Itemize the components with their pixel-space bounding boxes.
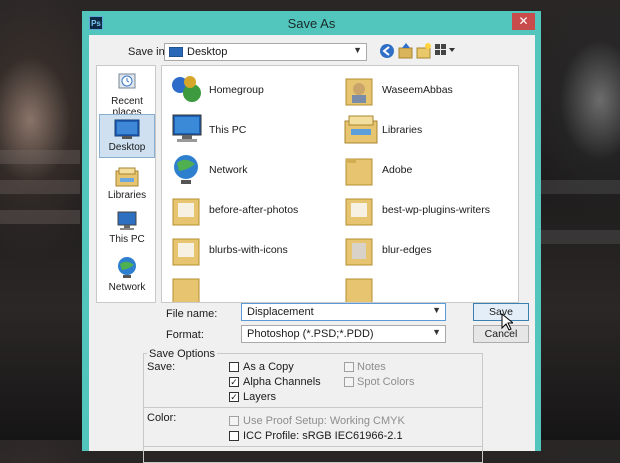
options-divider <box>143 446 483 447</box>
view-menu-icon[interactable] <box>434 42 456 58</box>
place-desktop[interactable]: Desktop <box>99 114 155 158</box>
homegroup-icon <box>172 76 201 102</box>
icc-profile-label: ICC Profile: sRGB IEC61966-2.1 <box>243 430 403 442</box>
folder-icon <box>345 278 373 302</box>
title-bar[interactable]: Ps Save As ✕ <box>82 11 541 35</box>
spot-colors-checkbox <box>344 377 354 387</box>
alpha-channels-label: Alpha Channels <box>243 376 321 388</box>
background-detail <box>540 230 620 244</box>
place-network[interactable]: Network <box>99 256 155 296</box>
alpha-channels-checkbox[interactable]: ✓ <box>229 377 239 387</box>
list-item[interactable]: best-wp-plugins-writers <box>339 190 509 230</box>
save-in-dropdown[interactable]: Desktop ▼ <box>164 43 367 61</box>
color-label: Color: <box>147 412 177 424</box>
back-icon[interactable] <box>379 43 395 59</box>
list-item[interactable]: WaseemAbbas <box>339 70 509 110</box>
spot-colors-label: Spot Colors <box>357 376 415 388</box>
list-item[interactable]: blurbs-with-icons <box>166 230 336 270</box>
folder-icon <box>172 278 200 302</box>
filename-value: Displacement <box>247 306 314 318</box>
file-name: best-wp-plugins-writers <box>382 204 490 216</box>
list-item[interactable]: Homegroup <box>166 70 336 110</box>
desktop-icon <box>169 47 183 57</box>
list-item[interactable]: Libraries <box>339 110 509 150</box>
folder-icon <box>172 198 200 226</box>
up-folder-icon[interactable] <box>398 42 414 59</box>
notes-checkbox <box>344 362 354 372</box>
file-name: blur-edges <box>382 244 432 256</box>
place-libraries[interactable]: Libraries <box>99 166 155 204</box>
file-name: WaseemAbbas <box>382 84 453 96</box>
network-icon <box>118 257 136 278</box>
file-list[interactable]: Homegroup WaseemAbbas This PC Libraries … <box>161 65 519 303</box>
use-proof-setup-checkbox <box>229 416 239 426</box>
file-name: Homegroup <box>209 84 264 96</box>
list-item[interactable]: before-after-photos <box>166 190 336 230</box>
chevron-down-icon[interactable]: ▼ <box>353 45 362 55</box>
folder-icon <box>345 198 373 226</box>
format-label: Format: <box>166 329 204 341</box>
list-item[interactable]: This PC <box>166 110 336 150</box>
options-divider <box>143 407 483 408</box>
libraries-icon <box>115 167 139 187</box>
place-recent-places[interactable]: Recent places <box>99 72 155 118</box>
this-pc-icon <box>172 114 202 142</box>
list-item[interactable] <box>339 270 509 302</box>
list-item[interactable]: Adobe <box>339 150 509 190</box>
file-name: This PC <box>209 124 247 136</box>
save-label: Save: <box>147 361 176 373</box>
this-pc-icon <box>117 211 137 230</box>
file-name: Adobe <box>382 164 413 176</box>
folder-icon <box>345 158 373 186</box>
close-button[interactable]: ✕ <box>512 13 535 30</box>
place-label: Network <box>108 282 146 293</box>
dialog-title: Save As <box>287 16 336 31</box>
places-bar: Recent places Desktop Libraries This PC … <box>96 65 156 303</box>
place-label: This PC <box>109 234 145 245</box>
format-dropdown[interactable]: Photoshop (*.PSD;*.PDD) ▼ <box>241 325 446 343</box>
background-detail <box>0 210 80 224</box>
background-detail <box>540 180 620 194</box>
background-detail <box>0 180 80 194</box>
filename-input[interactable]: Displacement ▼ <box>241 303 446 321</box>
place-this-pc[interactable]: This PC <box>99 210 155 248</box>
background-detail <box>0 150 80 164</box>
format-value: Photoshop (*.PSD;*.PDD) <box>247 328 374 340</box>
place-label: Libraries <box>107 190 147 201</box>
as-a-copy-checkbox[interactable] <box>229 362 239 372</box>
layers-label: Layers <box>243 391 277 403</box>
mouse-cursor-icon <box>501 313 513 331</box>
save-as-dialog: Ps Save As ✕ Save in: Desktop ▼ Recent p… <box>82 11 541 463</box>
filename-label: File name: <box>166 308 218 320</box>
notes-label: Notes <box>357 361 386 373</box>
list-item[interactable]: Network <box>166 150 336 190</box>
layers-checkbox[interactable]: ✓ <box>229 392 239 402</box>
file-name: Network <box>209 164 248 176</box>
use-proof-setup-label: Use Proof Setup: Working CMYK <box>243 415 405 427</box>
recent-places-icon <box>118 73 136 89</box>
libraries-icon <box>344 115 378 144</box>
folder-icon <box>172 238 200 266</box>
save-options-title: Save Options <box>147 348 218 360</box>
folder-icon <box>345 238 373 266</box>
dialog-body: Save in: Desktop ▼ Recent places Desktop… <box>89 35 535 463</box>
save-in-value: Desktop <box>187 46 228 58</box>
chevron-down-icon[interactable]: ▼ <box>432 327 441 337</box>
user-folder-icon <box>345 78 373 106</box>
file-name: Libraries <box>382 124 423 136</box>
chevron-down-icon[interactable]: ▼ <box>432 305 441 315</box>
file-name: blurbs-with-icons <box>209 244 288 256</box>
save-in-label: Save in: <box>128 46 168 58</box>
desktop-icon <box>114 119 140 139</box>
list-item[interactable]: blur-edges <box>339 230 509 270</box>
new-folder-icon[interactable] <box>416 42 432 59</box>
as-a-copy-label: As a Copy <box>243 361 294 373</box>
network-icon <box>174 155 198 184</box>
file-name: before-after-photos <box>209 204 299 216</box>
place-label: Desktop <box>108 142 146 153</box>
list-item[interactable] <box>166 270 336 302</box>
